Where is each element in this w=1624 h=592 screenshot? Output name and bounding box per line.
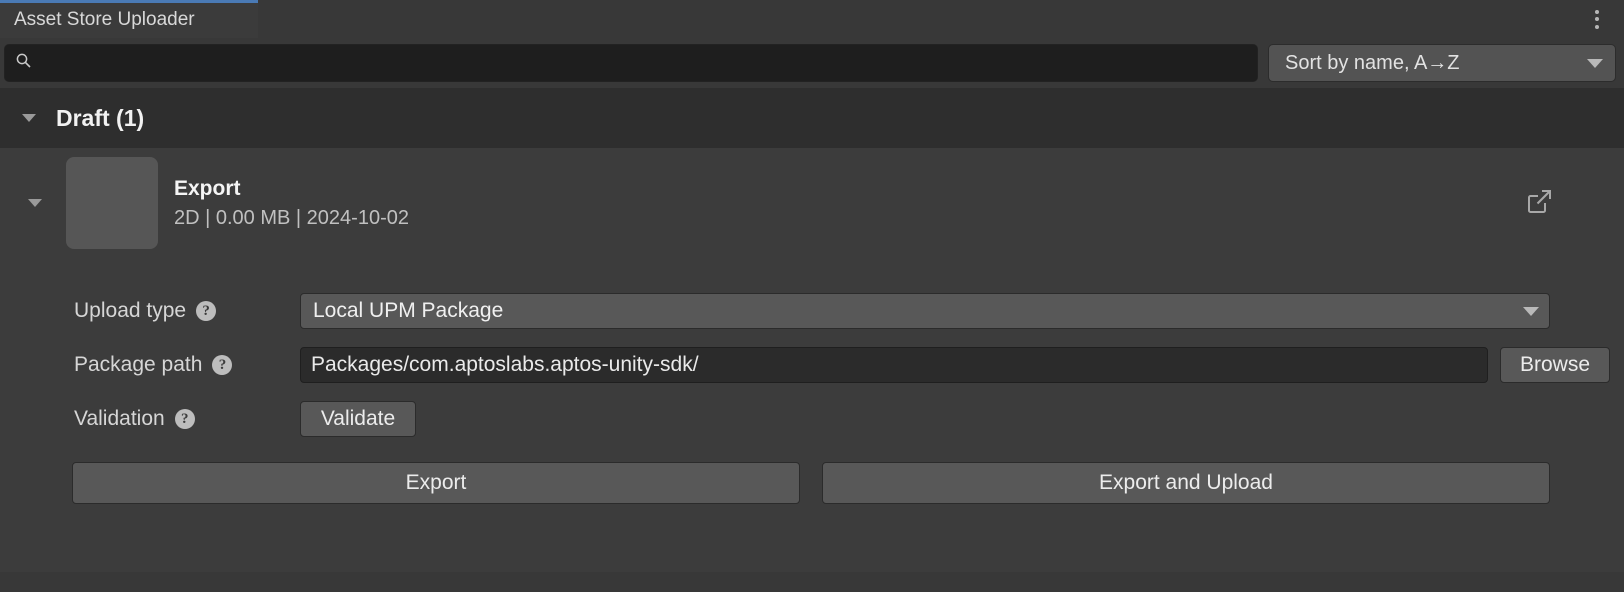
upload-type-dropdown[interactable]: Local UPM Package bbox=[300, 293, 1550, 329]
sort-dropdown-label: Sort by name, A→Z bbox=[1285, 51, 1460, 74]
chevron-down-icon bbox=[1587, 58, 1603, 68]
section-header-draft[interactable]: Draft (1) bbox=[0, 88, 1624, 148]
external-link-icon[interactable] bbox=[1524, 186, 1554, 221]
package-form: Upload type ? Local UPM Package Package … bbox=[0, 258, 1624, 504]
help-icon[interactable]: ? bbox=[174, 409, 195, 429]
help-icon[interactable]: ? bbox=[212, 355, 233, 375]
toolbar: Sort by name, A→Z bbox=[0, 38, 1624, 88]
upload-type-label-group: Upload type ? bbox=[74, 299, 300, 323]
package-name: Export bbox=[174, 176, 241, 200]
package-body: Export 2D | 0.00 MB | 2024-10-02 Upload … bbox=[0, 148, 1624, 572]
export-button[interactable]: Export bbox=[72, 462, 800, 504]
package-path-label: Package path bbox=[74, 353, 203, 376]
help-icon[interactable]: ? bbox=[196, 301, 217, 321]
kebab-dot bbox=[1595, 24, 1599, 29]
triangle-down-icon[interactable] bbox=[28, 199, 42, 207]
section-title: Draft (1) bbox=[56, 104, 145, 131]
row-validation: Validation ? Validate bbox=[0, 392, 1624, 446]
kebab-dot bbox=[1595, 17, 1599, 21]
package-info: Export 2D | 0.00 MB | 2024-10-02 bbox=[174, 177, 409, 230]
window-titlebar: Asset Store Uploader bbox=[0, 0, 1624, 38]
row-upload-type: Upload type ? Local UPM Package bbox=[0, 284, 1624, 338]
sort-dropdown[interactable]: Sort by name, A→Z bbox=[1268, 44, 1616, 82]
action-buttons: Export Export and Upload bbox=[0, 446, 1624, 504]
browse-button[interactable]: Browse bbox=[1500, 347, 1610, 383]
package-path-input[interactable] bbox=[311, 353, 1477, 377]
package-header-row[interactable]: Export 2D | 0.00 MB | 2024-10-02 bbox=[0, 148, 1624, 258]
row-package-path: Package path ? Browse bbox=[0, 338, 1624, 392]
tab-asset-store-uploader[interactable]: Asset Store Uploader bbox=[0, 0, 258, 38]
export-and-upload-button[interactable]: Export and Upload bbox=[822, 462, 1550, 504]
validation-label: Validation bbox=[74, 407, 165, 430]
package-path-label-group: Package path ? bbox=[74, 353, 300, 377]
package-path-field[interactable] bbox=[300, 347, 1488, 383]
package-thumbnail bbox=[66, 157, 158, 249]
kebab-dot bbox=[1595, 9, 1599, 14]
kebab-menu-icon[interactable] bbox=[1584, 0, 1610, 38]
tab-label: Asset Store Uploader bbox=[14, 9, 195, 30]
search-field[interactable] bbox=[4, 44, 1258, 82]
upload-type-label: Upload type bbox=[74, 299, 187, 322]
search-input[interactable] bbox=[40, 53, 1247, 73]
upload-type-value: Local UPM Package bbox=[313, 299, 504, 322]
search-icon bbox=[15, 52, 32, 74]
validate-button[interactable]: Validate bbox=[300, 401, 416, 437]
chevron-down-icon bbox=[1523, 306, 1539, 316]
package-meta: 2D | 0.00 MB | 2024-10-02 bbox=[174, 206, 409, 229]
validation-label-group: Validation ? bbox=[74, 407, 300, 431]
triangle-down-icon[interactable] bbox=[22, 114, 36, 122]
